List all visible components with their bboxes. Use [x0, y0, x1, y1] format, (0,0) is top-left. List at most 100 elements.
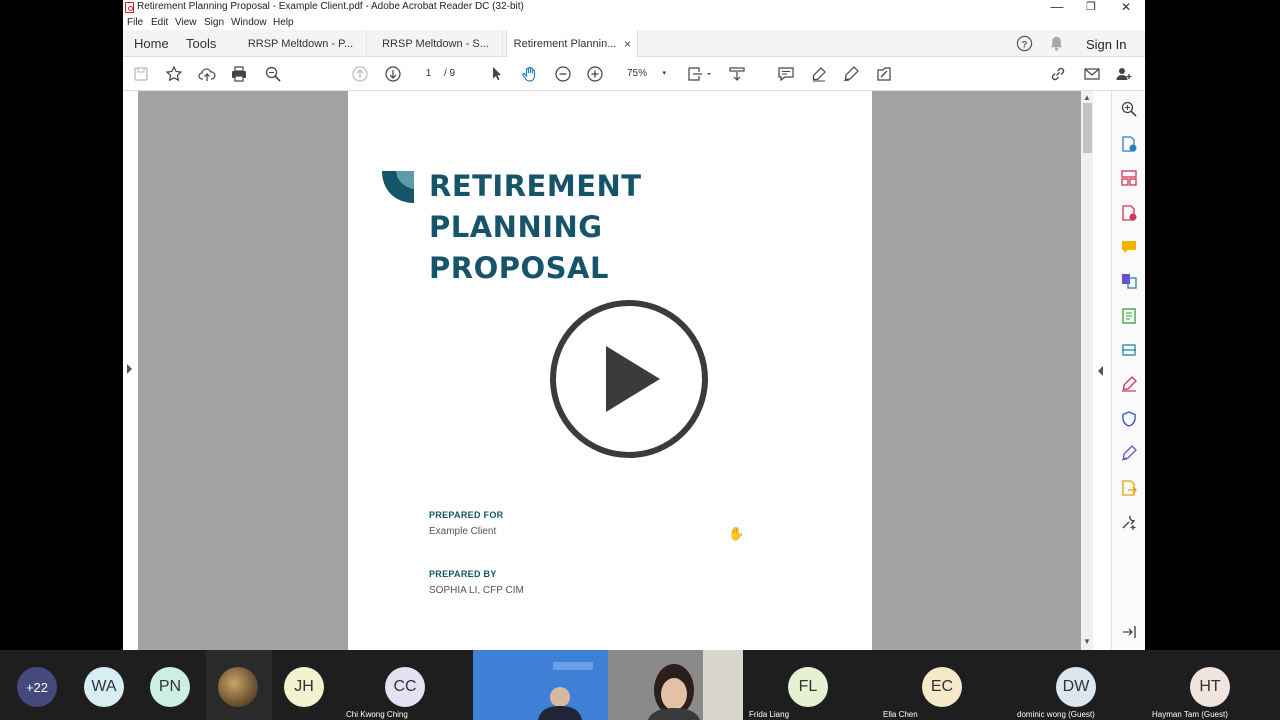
title-line: PROPOSAL	[429, 251, 609, 285]
find-zoom-icon[interactable]	[263, 64, 283, 84]
scan-ocr-icon[interactable]	[1119, 340, 1139, 360]
participant-tile[interactable]: HT Hayman Tam (Guest)	[1144, 650, 1280, 720]
tools-pane	[1111, 91, 1145, 650]
scrollbar-thumb[interactable]	[1083, 103, 1092, 153]
prepared-by-value: SOPHIA LI, CFP CIM	[429, 585, 524, 596]
participant-tile[interactable]: EC Ella Chen	[875, 650, 1009, 720]
participant-name: dominic wong (Guest)	[1017, 710, 1095, 719]
sign-pen-icon[interactable]	[841, 64, 861, 84]
participant-tile[interactable]	[206, 650, 272, 720]
fit-page-icon[interactable]	[685, 64, 713, 84]
more-participants-count[interactable]: +22	[17, 667, 57, 707]
comment-icon[interactable]	[776, 64, 796, 84]
avatar-photo	[218, 667, 258, 707]
document-viewport[interactable]: RETIREMENT PLANNING PROPOSAL PREPARED FO…	[123, 91, 1145, 650]
collapse-pane-icon[interactable]	[1119, 622, 1139, 642]
avatar: PN	[150, 667, 190, 707]
participant-name: Ella Chen	[883, 710, 918, 719]
document-tab[interactable]: RRSP Meltdown - S...	[369, 30, 503, 57]
avatar: JH	[284, 667, 324, 707]
play-icon[interactable]	[549, 299, 709, 459]
search-zoom-icon[interactable]	[1119, 99, 1139, 119]
scroll-mode-icon[interactable]	[727, 64, 747, 84]
next-page-icon[interactable]	[383, 64, 403, 84]
sign-in-button[interactable]: Sign In	[1086, 37, 1126, 52]
chevron-down-icon: ▾	[662, 70, 666, 77]
print-icon[interactable]	[229, 64, 249, 84]
participant-tile[interactable]: FL Frida Liang	[743, 650, 875, 720]
select-cursor-icon[interactable]	[487, 64, 507, 84]
participant-tile[interactable]: PN	[140, 650, 206, 720]
participant-name: Hayman Tam (Guest)	[1152, 710, 1228, 719]
page-number-input[interactable]: 1	[416, 66, 441, 82]
document-tab-active[interactable]: Retirement Plannin... ×	[506, 30, 638, 58]
vertical-scrollbar[interactable]: ▲ ▼	[1081, 91, 1093, 650]
share-link-icon[interactable]	[1048, 64, 1068, 84]
email-icon[interactable]	[1082, 64, 1102, 84]
participant-tile[interactable]: DW dominic wong (Guest)	[1009, 650, 1144, 720]
fill-sign-tool-icon[interactable]	[1119, 374, 1139, 394]
title-bar: Retirement Planning Proposal - Example C…	[123, 0, 1145, 15]
help-icon[interactable]: ?	[1016, 35, 1033, 57]
participant-tile[interactable]: JH	[272, 650, 338, 720]
tools-tab[interactable]: Tools	[186, 36, 216, 51]
comment-tool-icon[interactable]	[1119, 237, 1139, 257]
menu-file[interactable]: File	[127, 17, 143, 28]
document-title: RETIREMENT PLANNING PROPOSAL	[429, 166, 729, 289]
zoom-out-icon[interactable]	[553, 64, 573, 84]
menu-view[interactable]: View	[175, 17, 197, 28]
toolbar: 1 / 9 75% ▾	[123, 57, 1145, 91]
menu-edit[interactable]: Edit	[151, 17, 168, 28]
participant-name: Chi Kwong Ching	[346, 710, 408, 719]
company-logo-icon	[382, 171, 414, 203]
send-for-review-icon[interactable]	[1119, 478, 1139, 498]
export-pdf-icon[interactable]	[1119, 134, 1139, 154]
chevron-left-icon[interactable]	[1098, 366, 1103, 376]
hand-tool-icon[interactable]	[520, 64, 540, 84]
tab-label: RRSP Meltdown - P...	[247, 38, 354, 50]
highlight-pen-icon[interactable]	[809, 64, 829, 84]
maximize-button[interactable]: ❐	[1074, 0, 1108, 15]
window-title: Retirement Planning Proposal - Example C…	[137, 1, 524, 12]
zoom-in-icon[interactable]	[585, 64, 605, 84]
organize-pages-icon[interactable]	[1119, 168, 1139, 188]
minimize-button[interactable]: —	[1040, 0, 1074, 14]
fill-sign-icon[interactable]	[874, 64, 894, 84]
pdf-page: RETIREMENT PLANNING PROPOSAL PREPARED FO…	[348, 91, 872, 650]
save-icon[interactable]	[131, 64, 151, 84]
create-pdf-icon[interactable]	[1119, 203, 1139, 223]
menu-sign[interactable]: Sign	[204, 17, 224, 28]
title-line: RETIREMENT	[429, 169, 642, 203]
acrobat-app-icon	[125, 2, 134, 13]
home-tab[interactable]: Home	[134, 36, 169, 51]
combine-files-icon[interactable]	[1119, 271, 1139, 291]
add-user-icon[interactable]	[1114, 64, 1134, 84]
more-tools-icon[interactable]	[1119, 512, 1139, 532]
bookmark-star-icon[interactable]	[164, 64, 184, 84]
notification-bell-icon[interactable]	[1048, 35, 1065, 57]
request-signature-icon[interactable]	[1119, 443, 1139, 463]
protect-shield-icon[interactable]	[1119, 409, 1139, 429]
menu-window[interactable]: Window	[231, 17, 267, 28]
menu-help[interactable]: Help	[273, 17, 294, 28]
close-window-button[interactable]: ✕	[1109, 0, 1143, 15]
participant-tile[interactable]: CC Chi Kwong Ching	[338, 650, 473, 720]
video-feed-icon	[473, 650, 608, 720]
left-pane-toggle[interactable]	[123, 91, 138, 650]
close-tab-icon[interactable]: ×	[624, 37, 631, 51]
chevron-right-icon[interactable]	[127, 364, 132, 374]
document-tab[interactable]: RRSP Meltdown - P...	[235, 30, 367, 57]
participant-video-tile[interactable]	[608, 650, 743, 720]
scroll-down-icon[interactable]: ▼	[1083, 637, 1091, 646]
zoom-level-dropdown[interactable]: 75% ▾	[620, 66, 668, 82]
upload-cloud-icon[interactable]	[197, 64, 217, 84]
previous-page-icon[interactable]	[350, 64, 370, 84]
edit-pdf-icon[interactable]	[1119, 306, 1139, 326]
participant-tile[interactable]: WA	[74, 650, 140, 720]
scroll-up-icon[interactable]: ▲	[1083, 93, 1091, 102]
avatar: HT	[1190, 667, 1230, 707]
prepared-for-value: Example Client	[429, 526, 497, 537]
more-participants-tile[interactable]: +22	[0, 650, 74, 720]
participant-video-tile[interactable]	[473, 650, 608, 720]
avatar: WA	[84, 667, 124, 707]
